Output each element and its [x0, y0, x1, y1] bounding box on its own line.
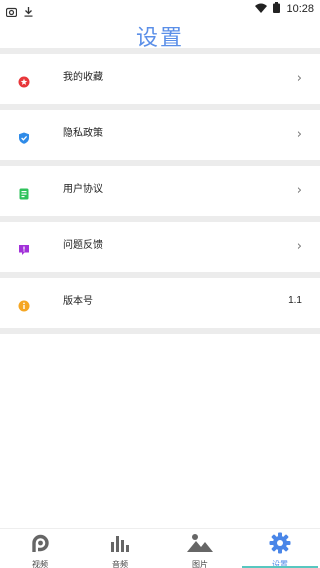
- clock: 10:28: [286, 3, 314, 15]
- chevron-right-icon: ›: [296, 239, 302, 254]
- info-icon: [18, 297, 30, 312]
- wifi-icon: [255, 3, 268, 16]
- settings-item-version: 版本号 1.1: [0, 278, 320, 328]
- chevron-right-icon: ›: [296, 127, 302, 142]
- favorites-icon: [18, 73, 30, 88]
- tab-audio[interactable]: 音频: [80, 529, 160, 568]
- tab-video[interactable]: 视频: [0, 529, 80, 568]
- feedback-icon: [18, 241, 30, 255]
- video-icon: [29, 532, 51, 558]
- download-icon: [24, 2, 33, 21]
- settings-item-label: 版本号: [63, 296, 93, 307]
- settings-item-feedback[interactable]: 问题反馈 ›: [0, 222, 320, 272]
- settings-item-label: 隐私政策: [63, 128, 103, 139]
- settings-item-label: 我的收藏: [63, 72, 103, 83]
- settings-gear-icon: [269, 532, 291, 558]
- tab-label: 图片: [192, 560, 208, 568]
- tab-settings[interactable]: 设置: [240, 529, 320, 568]
- divider: [0, 328, 320, 334]
- tab-label: 视频: [32, 560, 48, 568]
- agreement-icon: [18, 185, 30, 200]
- shield-icon: [18, 129, 30, 144]
- chevron-right-icon: ›: [296, 71, 302, 86]
- settings-list: 我的收藏 › 隐私政策 › 用户协议 › 问题反馈 › 版本号 1.1: [0, 48, 320, 334]
- audio-icon: [109, 532, 131, 558]
- chevron-right-icon: ›: [296, 183, 302, 198]
- battery-icon: [273, 2, 281, 16]
- settings-item-label: 问题反馈: [63, 240, 103, 251]
- settings-item-favorites[interactable]: 我的收藏 ›: [0, 54, 320, 104]
- settings-item-user-agreement[interactable]: 用户协议 ›: [0, 166, 320, 216]
- tab-image[interactable]: 图片: [160, 529, 240, 568]
- status-bar: 10:28: [0, 0, 320, 18]
- tab-label: 音频: [112, 560, 128, 568]
- settings-item-label: 用户协议: [63, 184, 103, 195]
- tab-label: 设置: [272, 560, 288, 568]
- screenshot-icon: [5, 2, 18, 21]
- bottom-tab-bar: 视频 音频 图片 设置: [0, 528, 320, 568]
- version-number: 1.1: [288, 295, 302, 306]
- image-icon: [187, 532, 213, 558]
- settings-item-privacy-policy[interactable]: 隐私政策 ›: [0, 110, 320, 160]
